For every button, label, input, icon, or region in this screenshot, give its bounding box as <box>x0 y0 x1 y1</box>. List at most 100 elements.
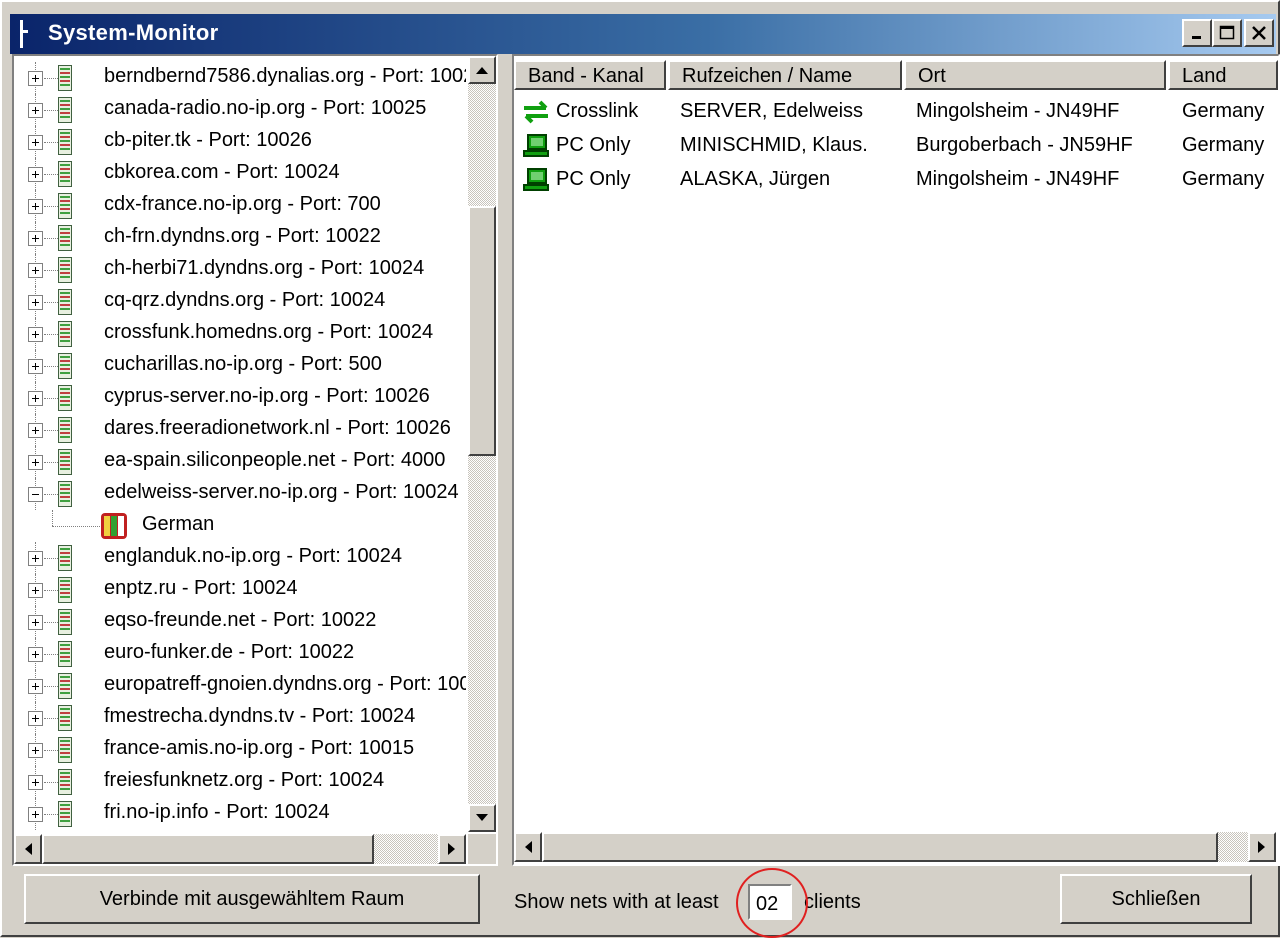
expand-icon[interactable] <box>28 807 43 822</box>
expand-icon[interactable] <box>28 647 43 662</box>
server-icon <box>58 641 72 667</box>
app-icon <box>20 20 28 48</box>
tree-item[interactable]: berndbernd7586.dynalias.org - Port: 1002… <box>14 62 466 94</box>
expand-icon[interactable] <box>28 71 43 86</box>
server-icon <box>58 801 72 827</box>
tree-line <box>44 430 58 431</box>
server-icon <box>58 161 72 187</box>
tree-item[interactable]: ch-herbi71.dyndns.org - Port: 10024 <box>14 254 466 286</box>
expand-icon[interactable] <box>28 103 43 118</box>
tree-item[interactable]: freiesfunknetz.org - Port: 10024 <box>14 766 466 798</box>
arrow-left-icon <box>25 843 32 855</box>
expand-icon[interactable] <box>28 455 43 470</box>
tree-item-label: cucharillas.no-ip.org - Port: 500 <box>104 353 382 375</box>
tree-item[interactable]: cb-piter.tk - Port: 10026 <box>14 126 466 158</box>
server-icon <box>58 257 72 283</box>
server-icon <box>58 225 72 251</box>
tree-item[interactable]: cucharillas.no-ip.org - Port: 500 <box>14 350 466 382</box>
tree-item[interactable]: fmestrecha.dyndns.tv - Port: 10024 <box>14 702 466 734</box>
expand-icon[interactable] <box>28 775 43 790</box>
expand-icon[interactable] <box>28 423 43 438</box>
expand-icon[interactable] <box>28 327 43 342</box>
client-row[interactable]: PC Only MINISCHMID, Klaus. Burgoberbach - … <box>514 130 1278 162</box>
close-window-button[interactable] <box>1244 19 1274 47</box>
close-button[interactable]: Schließen <box>1060 874 1252 924</box>
scroll-up-button[interactable] <box>468 56 496 84</box>
tree-item[interactable]: cq-qrz.dyndns.org - Port: 10024 <box>14 286 466 318</box>
tree-item[interactable]: france-amis.no-ip.org - Port: 10015 <box>14 734 466 766</box>
expand-icon[interactable] <box>28 359 43 374</box>
arrow-down-icon <box>476 814 488 821</box>
tree-line <box>44 302 58 303</box>
tree-vertical-scrollbar[interactable] <box>468 56 496 832</box>
tree-line <box>44 782 58 783</box>
expand-icon[interactable] <box>28 199 43 214</box>
tree-item[interactable]: ch-frn.dyndns.org - Port: 10022 <box>14 222 466 254</box>
tree-line <box>44 718 58 719</box>
list-scroll-left-button[interactable] <box>514 832 542 862</box>
tree-item[interactable]: edelweiss-server.no-ip.org - Port: 10024 <box>14 478 466 510</box>
expand-icon[interactable] <box>28 295 43 310</box>
list-scroll-right-button[interactable] <box>1248 832 1276 862</box>
tree-item[interactable]: cbkorea.com - Port: 10024 <box>14 158 466 190</box>
maximize-icon <box>1219 25 1235 40</box>
tree-item[interactable]: enptz.ru - Port: 10024 <box>14 574 466 606</box>
server-icon <box>58 65 72 91</box>
tree-item-label: france-amis.no-ip.org - Port: 10015 <box>104 737 415 759</box>
expand-icon[interactable] <box>28 583 43 598</box>
tree-item[interactable]: europatreff-gnoien.dyndns.org - Port: 10… <box>14 670 466 702</box>
tree-item[interactable]: dares.freeradionetwork.nl - Port: 10026 <box>14 414 466 446</box>
tree-scroll-right-button[interactable] <box>438 834 466 864</box>
expand-icon[interactable] <box>28 711 43 726</box>
expand-icon[interactable] <box>28 679 43 694</box>
tree-vscroll-thumb[interactable] <box>468 206 496 456</box>
maximize-button[interactable] <box>1212 19 1242 47</box>
tree-item[interactable]: ea-spain.siliconpeople.net - Port: 4000 <box>14 446 466 478</box>
expand-icon[interactable] <box>28 135 43 150</box>
expand-icon[interactable] <box>28 615 43 630</box>
expand-icon[interactable] <box>28 231 43 246</box>
column-header-land[interactable]: Land <box>1168 60 1278 90</box>
min-clients-input[interactable] <box>748 884 792 920</box>
connect-room-button[interactable]: Verbinde mit ausgewähltem Raum <box>24 874 480 924</box>
tree-hscroll-thumb[interactable] <box>42 834 374 864</box>
server-icon <box>58 737 72 763</box>
server-icon <box>58 769 72 795</box>
tree-item[interactable]: crossfunk.homedns.org - Port: 10024 <box>14 318 466 350</box>
tree-item-label: ea-spain.siliconpeople.net - Port: 4000 <box>104 449 446 471</box>
tree-item[interactable]: euro-funker.de - Port: 10022 <box>14 638 466 670</box>
expand-icon[interactable] <box>28 551 43 566</box>
cell-name: ALASKA, Jürgen <box>680 168 831 190</box>
list-hscroll-thumb[interactable] <box>542 832 1218 862</box>
cell-band: Crosslink <box>556 100 639 122</box>
tree-item[interactable]: fri.no-ip.info - Port: 10024 <box>14 798 466 830</box>
expand-icon[interactable] <box>28 263 43 278</box>
scroll-down-button[interactable] <box>468 804 496 832</box>
tree-horizontal-scrollbar[interactable] <box>14 834 466 864</box>
client-row[interactable]: PC Only ALASKA, Jürgen Mingolsheim - JN49H… <box>514 164 1278 196</box>
cell-band: PC Only <box>556 168 631 190</box>
column-header-name[interactable]: Rufzeichen / Name <box>668 60 902 90</box>
tree-item[interactable]: cyprus-server.no-ip.org - Port: 10026 <box>14 382 466 414</box>
title-bar[interactable]: System-Monitor <box>10 14 1276 54</box>
list-horizontal-scrollbar[interactable] <box>514 832 1276 862</box>
column-header-band[interactable]: Band - Kanal <box>514 60 666 90</box>
client-row[interactable]: Crosslink SERVER, Edelweiss Mingolsheim - … <box>514 96 1278 128</box>
server-icon <box>58 129 72 155</box>
server-icon <box>58 385 72 411</box>
tree-scroll-left-button[interactable] <box>14 834 42 864</box>
tree-item[interactable]: canada-radio.no-ip.org - Port: 10025 <box>14 94 466 126</box>
expand-icon[interactable] <box>28 167 43 182</box>
expand-icon[interactable] <box>28 391 43 406</box>
tree-item[interactable]: englanduk.no-ip.org - Port: 10024 <box>14 542 466 574</box>
tree-item[interactable]: eqso-freunde.net - Port: 10022 <box>14 606 466 638</box>
tree-item-label: fri.no-ip.info - Port: 10024 <box>104 801 330 823</box>
collapse-icon[interactable] <box>28 487 43 502</box>
tree-item-room[interactable]: German <box>14 510 466 542</box>
tree-item[interactable]: cdx-france.no-ip.org - Port: 700 <box>14 190 466 222</box>
tree-item-label: cbkorea.com - Port: 10024 <box>104 161 340 183</box>
tree-item-label: edelweiss-server.no-ip.org - Port: 10024 <box>104 481 459 503</box>
expand-icon[interactable] <box>28 743 43 758</box>
minimize-button[interactable] <box>1182 19 1212 47</box>
column-header-ort[interactable]: Ort <box>904 60 1166 90</box>
